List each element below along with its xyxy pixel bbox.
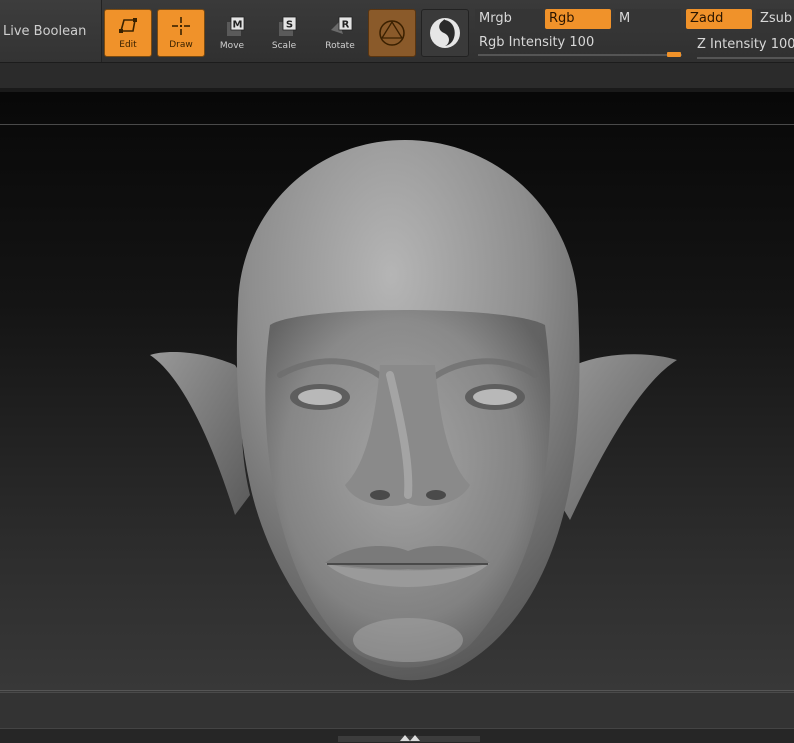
- edit-button[interactable]: Edit: [104, 9, 152, 57]
- rotate-icon: R: [331, 16, 353, 34]
- top-toolbar: Live Boolean Edit Draw M Move S Scale R …: [0, 0, 794, 63]
- m-label: M: [619, 11, 631, 26]
- edit-icon: [119, 18, 137, 33]
- move-icon: M: [227, 16, 245, 36]
- rgb-intensity-slider[interactable]: Rgb Intensity 100: [475, 33, 685, 53]
- toolbar-subrow: [0, 63, 794, 88]
- right-eye: [465, 384, 525, 410]
- rgb-label: Rgb: [549, 11, 575, 26]
- rgb-intensity-label: Rgb Intensity: [479, 35, 566, 50]
- stroke-icon: [430, 18, 460, 48]
- stroke-button[interactable]: [421, 9, 469, 57]
- canvas-frame-bottom: [0, 690, 794, 691]
- live-boolean-button[interactable]: Live Boolean: [0, 0, 102, 62]
- scale-button[interactable]: S Scale: [260, 9, 308, 57]
- zsub-toggle[interactable]: Zsub: [756, 9, 794, 29]
- rgb-intensity-knob[interactable]: [667, 52, 681, 57]
- canvas-frame-top: [0, 124, 794, 125]
- scale-icon: S: [279, 16, 297, 36]
- rotate-key-label: R: [342, 20, 350, 31]
- left-eye: [290, 384, 350, 410]
- rotate-label: Rotate: [325, 41, 355, 51]
- draw-button[interactable]: Draw: [157, 9, 205, 57]
- scale-label: Scale: [271, 41, 297, 51]
- draw-icon: [172, 17, 190, 35]
- zadd-label: Zadd: [690, 11, 724, 26]
- mrgb-toggle[interactable]: Mrgb: [475, 9, 543, 29]
- edit-label: Edit: [119, 40, 137, 50]
- left-ear: [150, 352, 250, 515]
- m-toggle[interactable]: M: [615, 9, 681, 29]
- scale-key-label: S: [286, 20, 293, 31]
- move-button[interactable]: M Move: [208, 9, 256, 57]
- rgb-intensity-track: [478, 54, 682, 56]
- z-intensity-value: 100: [770, 37, 794, 52]
- zsub-label: Zsub: [760, 11, 793, 26]
- z-intensity-track: [697, 57, 794, 59]
- material-sphere-icon: [379, 20, 405, 46]
- rgb-toggle[interactable]: Rgb: [545, 9, 611, 29]
- draw-label: Draw: [169, 40, 193, 50]
- live-boolean-label: Live Boolean: [3, 23, 87, 39]
- move-key-label: M: [233, 20, 243, 31]
- move-label: Move: [219, 41, 245, 51]
- rotate-button[interactable]: R Rotate: [316, 9, 364, 57]
- z-intensity-label: Z Intensity: [697, 37, 767, 52]
- mrgb-label: Mrgb: [479, 11, 512, 26]
- sculpt-model[interactable]: [140, 135, 680, 685]
- rgb-intensity-value: 100: [569, 35, 595, 50]
- collapse-arrows-icon[interactable]: [398, 733, 422, 742]
- z-intensity-slider[interactable]: Z Intensity 100: [693, 35, 794, 55]
- zadd-toggle[interactable]: Zadd: [686, 9, 752, 29]
- material-button[interactable]: [368, 9, 416, 57]
